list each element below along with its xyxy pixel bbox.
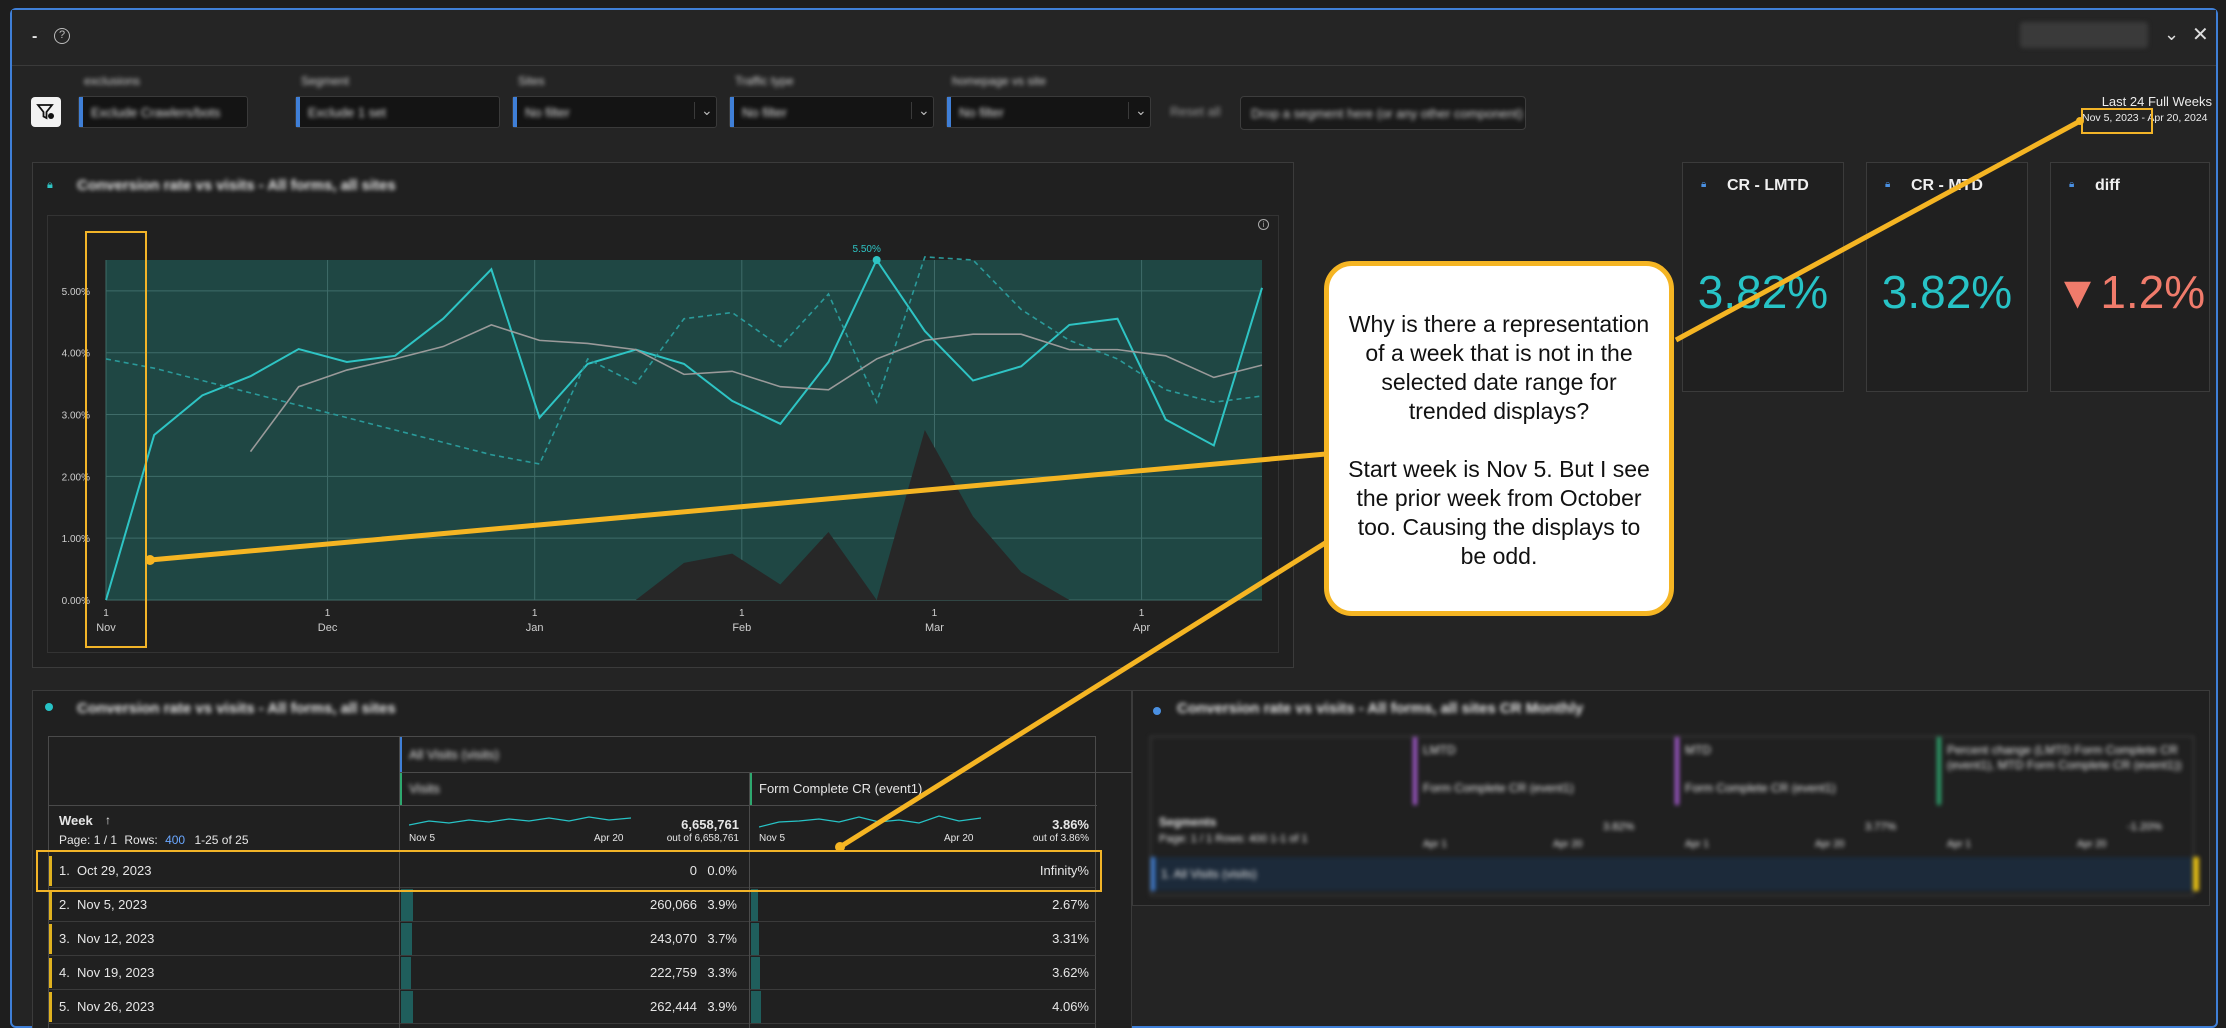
callout-connectors	[145, 117, 2084, 852]
callout-question: Why is there a representation of a week …	[1348, 311, 1650, 424]
annotation-callout: Why is there a representation of a week …	[1324, 261, 1674, 616]
callout-detail: Start week is Nov 5. But I see the prior…	[1348, 456, 1650, 569]
